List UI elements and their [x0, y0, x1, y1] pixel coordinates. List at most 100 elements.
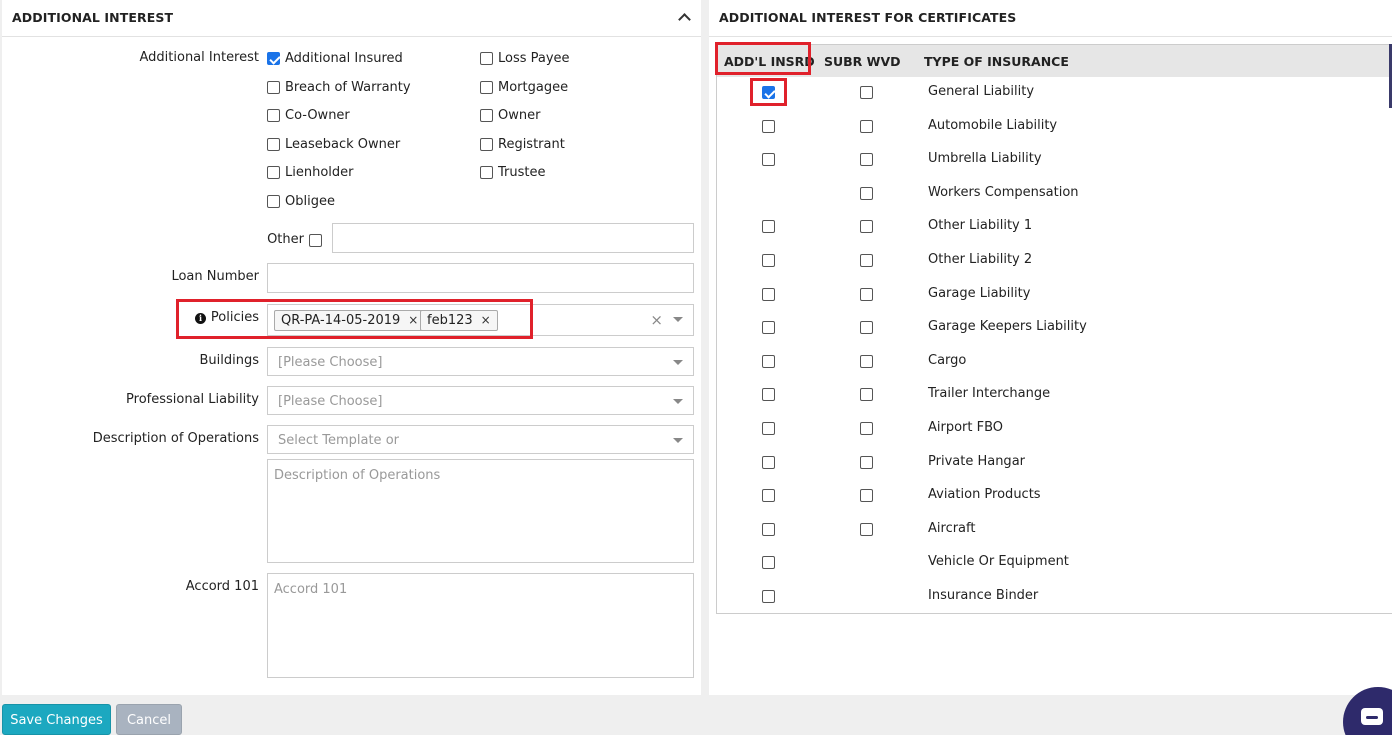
- subr-wvd-checkbox[interactable]: [860, 153, 873, 167]
- professional-liability-placeholder: [Please Choose]: [278, 394, 383, 409]
- column-header-subr-wvd[interactable]: SUBR WVD: [824, 54, 901, 69]
- insurance-type-label: Garage Liability: [928, 285, 1031, 301]
- buildings-select[interactable]: [Please Choose]: [267, 347, 694, 376]
- addl-insrd-checkbox[interactable]: [762, 590, 775, 603]
- insurance-type-label: Aircraft: [928, 520, 976, 536]
- panel-header[interactable]: ADDITIONAL INTEREST: [2, 0, 701, 37]
- addl-insrd-checkbox[interactable]: [762, 119, 775, 133]
- other-checkbox[interactable]: [309, 234, 322, 247]
- chat-icon: [1361, 708, 1383, 725]
- interest-checkbox-label[interactable]: Lienholder: [285, 165, 354, 180]
- professional-liability-select[interactable]: [Please Choose]: [267, 386, 694, 415]
- subr-wvd-checkbox[interactable]: [860, 455, 873, 469]
- accord-placeholder: Accord 101: [274, 582, 348, 597]
- chevron-up-icon[interactable]: [678, 13, 691, 26]
- save-button[interactable]: Save Changes: [2, 704, 111, 735]
- column-header-type[interactable]: TYPE OF INSURANCE: [924, 54, 1069, 69]
- interest-checkbox-label[interactable]: Leaseback Owner: [285, 137, 400, 152]
- chevron-down-icon[interactable]: [673, 317, 683, 322]
- accord-textarea[interactable]: Accord 101: [267, 573, 694, 678]
- interest-checkbox[interactable]: [267, 166, 280, 179]
- subr-wvd-checkbox[interactable]: [860, 422, 873, 435]
- subr-wvd-checkbox[interactable]: [860, 254, 873, 267]
- accord-label: Accord 101: [185, 579, 259, 594]
- subr-wvd-checkbox[interactable]: [860, 186, 873, 200]
- insurance-type-label: Airport FBO: [928, 420, 1004, 435]
- addl-insrd-checkbox[interactable]: [762, 153, 775, 167]
- additional-interest-panel: ADDITIONAL INTEREST Additional Interest …: [2, 0, 701, 695]
- subr-wvd-checkbox[interactable]: [860, 86, 873, 99]
- interest-checkbox-label[interactable]: Trustee: [498, 165, 545, 180]
- interest-checkbox-label[interactable]: Mortgagee: [498, 80, 568, 95]
- addl-insrd-checkbox[interactable]: [762, 388, 775, 402]
- description-placeholder: Description of Operations: [274, 468, 441, 483]
- subr-wvd-checkbox[interactable]: [860, 220, 873, 234]
- insurance-type-label: Cargo: [928, 352, 967, 368]
- interest-checkbox-label[interactable]: Additional Insured: [285, 51, 403, 66]
- insurance-type-label: Automobile Liability: [928, 117, 1058, 133]
- addl-insrd-checkbox[interactable]: [762, 354, 775, 368]
- panel-header: ADDITIONAL INTEREST FOR CERTIFICATES: [709, 0, 1392, 37]
- subr-wvd-checkbox[interactable]: [860, 119, 873, 133]
- interest-checkbox[interactable]: [267, 52, 280, 65]
- insurance-type-label: Umbrella Liability: [928, 151, 1042, 167]
- insurance-type-label: Vehicle Or Equipment: [928, 554, 1069, 570]
- loan-number-input[interactable]: [267, 263, 694, 293]
- highlight-box: [715, 42, 811, 75]
- addl-insrd-checkbox[interactable]: [762, 220, 775, 234]
- subr-wvd-checkbox[interactable]: [860, 489, 873, 503]
- insurance-type-label: Insurance Binder: [928, 588, 1039, 603]
- other-input[interactable]: [332, 223, 694, 253]
- chevron-down-icon[interactable]: [673, 360, 683, 365]
- cancel-button[interactable]: Cancel: [116, 704, 182, 735]
- insurance-type-label: Aviation Products: [928, 487, 1041, 503]
- interest-checkbox[interactable]: [480, 138, 493, 151]
- interest-checkbox[interactable]: [480, 52, 493, 65]
- interest-checkbox-label[interactable]: Co-Owner: [285, 108, 350, 123]
- subr-wvd-checkbox[interactable]: [860, 354, 873, 368]
- interest-checkbox-label[interactable]: Obligee: [285, 194, 335, 209]
- additional-interest-label: Additional Interest: [139, 50, 260, 65]
- interest-checkbox-label[interactable]: Breach of Warranty: [285, 80, 411, 95]
- highlight-box: [750, 78, 787, 106]
- interest-checkbox[interactable]: [480, 81, 493, 94]
- description-textarea[interactable]: Description of Operations: [267, 459, 694, 563]
- insurance-type-label: Garage Keepers Liability: [928, 319, 1087, 335]
- addl-insrd-checkbox[interactable]: [762, 254, 775, 267]
- addl-insrd-checkbox[interactable]: [762, 287, 775, 301]
- chevron-down-icon[interactable]: [673, 438, 683, 443]
- interest-checkbox-label[interactable]: Loss Payee: [498, 51, 570, 66]
- addl-insrd-checkbox[interactable]: [762, 489, 775, 503]
- interest-checkbox-label[interactable]: Owner: [498, 108, 540, 123]
- addl-insrd-checkbox[interactable]: [762, 522, 775, 536]
- interest-checkbox[interactable]: [267, 138, 280, 151]
- interest-checkbox[interactable]: [267, 195, 280, 208]
- clear-icon[interactable]: ×: [650, 311, 663, 329]
- addl-insrd-checkbox[interactable]: [762, 422, 775, 435]
- subr-wvd-checkbox[interactable]: [860, 287, 873, 301]
- insurance-type-label: Other Liability 1: [928, 218, 1033, 234]
- professional-liability-label: Professional Liability: [126, 392, 259, 407]
- description-template-select[interactable]: Select Template or: [267, 425, 694, 454]
- subr-wvd-checkbox[interactable]: [860, 321, 873, 335]
- highlight-box: [176, 299, 533, 339]
- certificates-panel: ADDITIONAL INTEREST FOR CERTIFICATES ADD…: [709, 0, 1392, 695]
- addl-insrd-checkbox[interactable]: [762, 556, 775, 570]
- panel-title: ADDITIONAL INTEREST: [12, 10, 174, 25]
- interest-checkbox-label[interactable]: Registrant: [498, 137, 565, 152]
- addl-insrd-checkbox[interactable]: [762, 455, 775, 469]
- chevron-down-icon[interactable]: [673, 399, 683, 404]
- table-header: ADD'L INSRD SUBR WVD TYPE OF INSURANCE: [717, 45, 1392, 77]
- buildings-label: Buildings: [199, 353, 259, 368]
- interest-checkbox[interactable]: [267, 81, 280, 94]
- interest-checkbox[interactable]: [267, 109, 280, 122]
- other-label: Other: [267, 232, 304, 247]
- subr-wvd-checkbox[interactable]: [860, 522, 873, 536]
- insurance-type-label: Private Hangar: [928, 453, 1025, 469]
- subr-wvd-checkbox[interactable]: [860, 388, 873, 402]
- description-label: Description of Operations: [92, 431, 259, 446]
- panel-title: ADDITIONAL INTEREST FOR CERTIFICATES: [719, 10, 1017, 25]
- addl-insrd-checkbox[interactable]: [762, 321, 775, 335]
- interest-checkbox[interactable]: [480, 109, 493, 122]
- interest-checkbox[interactable]: [480, 166, 493, 179]
